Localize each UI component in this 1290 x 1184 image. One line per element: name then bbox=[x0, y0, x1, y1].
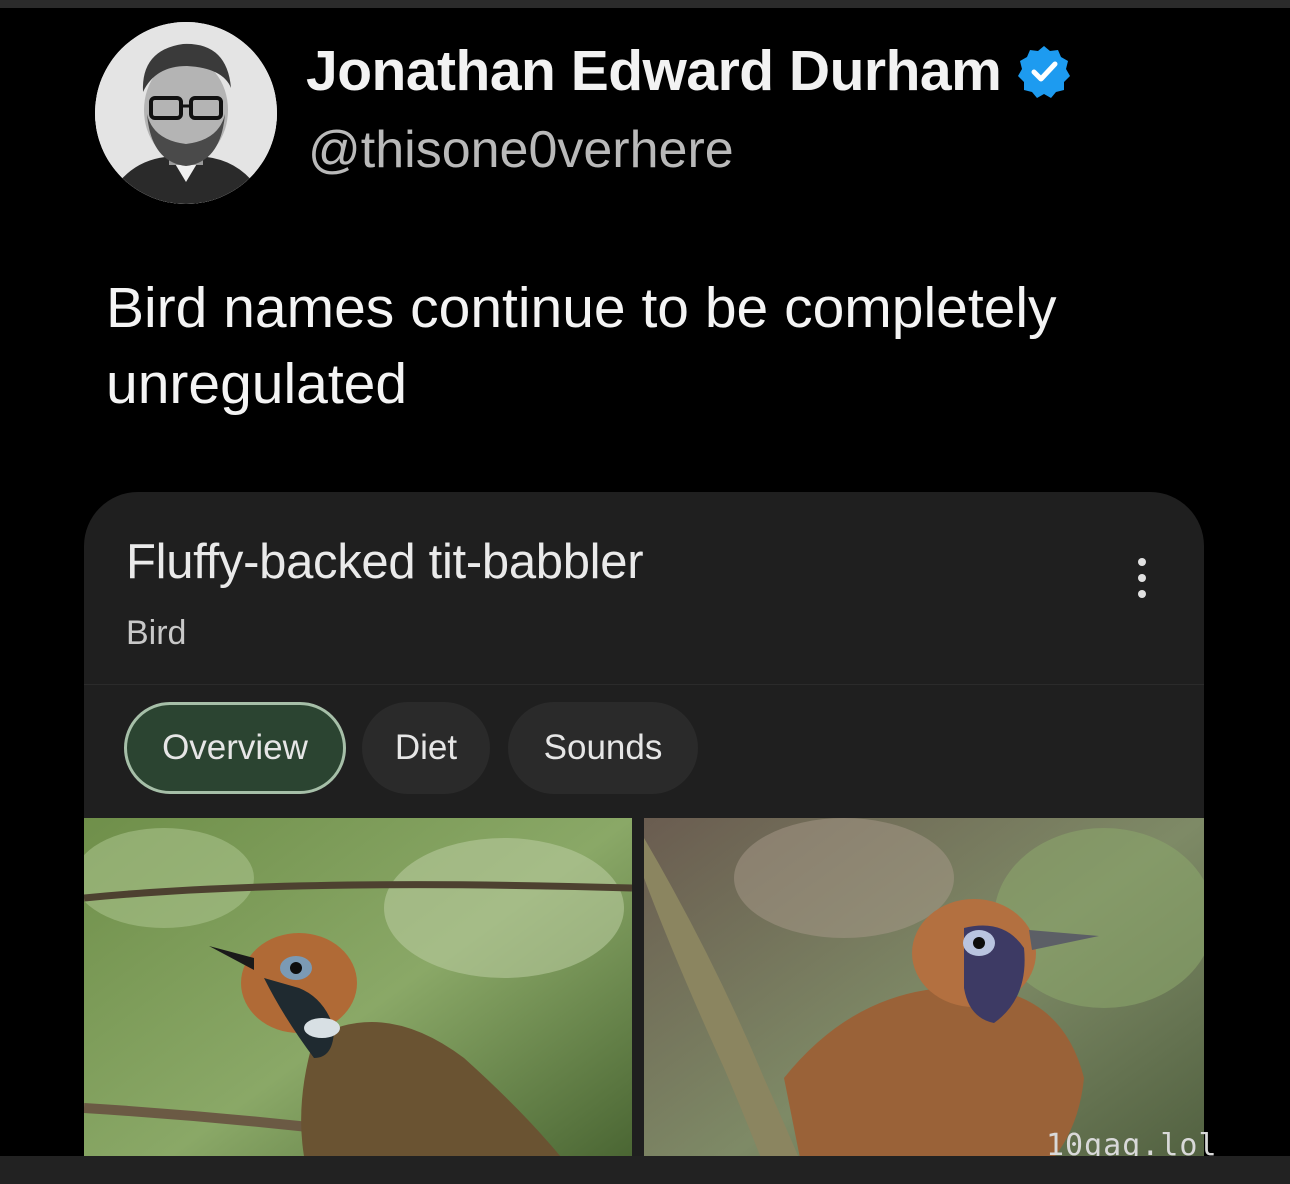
author-row: Jonathan Edward Durham bbox=[306, 38, 1071, 104]
tab-diet[interactable]: Diet bbox=[362, 702, 490, 794]
watermark: 10gag.lol bbox=[1046, 1128, 1218, 1156]
bottom-edge bbox=[0, 1156, 1290, 1184]
more-vertical-icon[interactable] bbox=[1128, 550, 1156, 606]
card-subtitle: Bird bbox=[126, 614, 187, 652]
bird-photo[interactable] bbox=[84, 818, 632, 1156]
tab-overview[interactable]: Overview bbox=[124, 702, 346, 794]
author-name[interactable]: Jonathan Edward Durham bbox=[306, 38, 1002, 104]
author-handle[interactable]: @thisone0verhere bbox=[308, 120, 734, 180]
tab-sounds[interactable]: Sounds bbox=[508, 702, 698, 794]
verified-badge-icon bbox=[1018, 46, 1071, 98]
screenshot-frame: Jonathan Edward Durham @thisone0verhere … bbox=[0, 8, 1290, 1156]
card-divider bbox=[84, 684, 1204, 685]
card-title: Fluffy-backed tit-babbler bbox=[126, 535, 644, 589]
avatar[interactable] bbox=[95, 22, 277, 204]
tweet-text: Bird names continue to be completely unr… bbox=[106, 276, 1057, 416]
bird-photo[interactable] bbox=[644, 818, 1204, 1156]
knowledge-card: Fluffy-backed tit-babbler Bird Overview … bbox=[84, 492, 1204, 1156]
top-edge bbox=[0, 0, 1290, 8]
